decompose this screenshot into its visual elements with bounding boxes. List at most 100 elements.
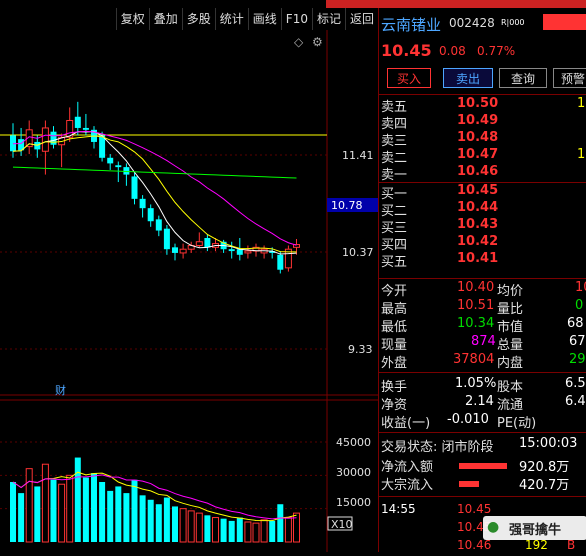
kline-chart[interactable]: ◇ ⚙ 11.41 10.78 10.37 9.33 财 45000 30000… (0, 30, 378, 552)
open-value: 10.40 (457, 280, 495, 295)
toolbar-overlay[interactable]: 叠加 (148, 8, 182, 30)
volume-bar-up (212, 517, 219, 543)
volume-bar-down (155, 504, 162, 542)
volume-bar-down (172, 506, 178, 542)
volume-bar-down (91, 473, 97, 542)
mktval-value: 68 (567, 316, 584, 331)
high-label: 最高 (381, 302, 408, 317)
volume-bar-down (163, 497, 170, 542)
candle-body-down (139, 198, 146, 209)
buy-button[interactable]: 买入 (387, 68, 431, 88)
volume-bars (10, 457, 300, 543)
volume-unit: X10 (331, 518, 353, 531)
candle-body-down (236, 249, 243, 255)
order-price: 10.44 (457, 200, 499, 215)
low-label: 最低 (381, 320, 408, 335)
volume-bar-up (25, 468, 33, 543)
candle-body-down (107, 157, 114, 164)
nav-value: 2.14 (465, 394, 494, 409)
candle-body-down (204, 238, 211, 248)
order-label: 买五 (381, 255, 408, 270)
volume-bar-down (82, 477, 89, 542)
bid-row[interactable]: 买五 10.41 (379, 251, 586, 270)
volume-bar-down (34, 486, 41, 542)
high-value: 10.51 (457, 298, 495, 313)
volume-bar-down (236, 517, 243, 542)
mktval-label: 市值 (497, 320, 524, 335)
toolbar-draw-line[interactable]: 画线 (247, 8, 281, 30)
tick-volume: 192 (525, 538, 548, 552)
gear-icon[interactable]: ⚙ (312, 35, 323, 49)
diamond-icon[interactable]: ◇ (294, 35, 304, 49)
quote-panel: 云南锗业 002428 R|000 10.45 0.08 0.77% 买入 卖出… (378, 8, 586, 552)
order-price: 10.42 (457, 234, 499, 249)
candle-body-down (155, 219, 162, 231)
volume-bar-down (107, 490, 114, 542)
alert-button[interactable]: 预警 (553, 68, 586, 88)
tick-time: 14:55 (381, 502, 416, 516)
tick-price: 10.45 (457, 502, 492, 516)
price-label-10-37: 10.37 (342, 246, 374, 259)
toolbar-mark[interactable]: 标记 (311, 8, 345, 30)
volume-bar-up (66, 474, 74, 543)
order-price: 10.43 (457, 217, 499, 232)
volume-bar-down (147, 499, 154, 542)
order-price: 10.46 (457, 164, 499, 179)
volume-bar-down (131, 479, 138, 542)
price-label-9-33: 9.33 (348, 343, 373, 356)
volume-bar-up (195, 512, 203, 543)
price-label-11-41: 11.41 (342, 149, 374, 162)
volume-bar-down (228, 520, 235, 542)
toolbar-back[interactable]: 返回 (344, 8, 378, 30)
capital-label: 股本 (497, 380, 524, 395)
volume-label-15000: 15000 (336, 496, 371, 509)
candle-body-down (123, 167, 130, 175)
top-strip-left (0, 0, 236, 8)
bid-row[interactable]: 买四 10.42 (379, 234, 586, 253)
order-label: 卖一 (381, 168, 408, 183)
candle-body-down (163, 228, 170, 250)
wechat-icon: ● (487, 519, 500, 535)
ask-row[interactable]: 卖三 10.48 (379, 130, 586, 149)
avg-value: 10 (575, 280, 586, 295)
sell-button[interactable]: 卖出 (443, 68, 493, 88)
order-price: 10.49 (457, 113, 499, 128)
finance-event-marker[interactable]: 财 (55, 383, 66, 397)
toolbar-fuquan[interactable]: 复权 (115, 8, 149, 30)
order-price: 10.48 (457, 130, 499, 145)
bid-row[interactable]: 买一 10.45 (379, 183, 586, 202)
total-vol-label: 总量 (497, 338, 524, 353)
bid-row[interactable]: 买二 10.44 (379, 200, 586, 219)
volume-bar-up (284, 517, 292, 543)
volume-bar-up (252, 522, 260, 543)
stock-code: 002428 (449, 16, 495, 30)
toolbar-stats[interactable]: 统计 (214, 8, 248, 30)
volume-bar-down (18, 493, 25, 542)
current-vol-label: 现量 (381, 338, 408, 353)
candle-body-up (195, 241, 203, 246)
current-price-tag: 10.78 (331, 199, 363, 212)
order-price: 10.47 (457, 147, 499, 162)
order-price: 10.41 (457, 251, 499, 266)
kline-chart-area[interactable]: ◇ ⚙ 11.41 10.78 10.37 9.33 财 45000 30000… (0, 30, 378, 552)
candle-body-down (82, 127, 89, 130)
toolbar-f10[interactable]: F10 (280, 8, 312, 30)
bid-row[interactable]: 买三 10.43 (379, 217, 586, 236)
query-button[interactable]: 查询 (499, 68, 547, 88)
net-flow-bar (459, 463, 507, 469)
toolbar-multi-stock[interactable]: 多股 (181, 8, 215, 30)
ask-row[interactable]: 卖一 10.46 (379, 164, 586, 183)
order-volume: 1 (577, 96, 586, 111)
net-flow-value: 920.8万 (519, 460, 570, 475)
price-gridlines (0, 154, 327, 510)
total-vol-value: 67 (569, 334, 586, 349)
ask-row[interactable]: 卖四 10.49 (379, 113, 586, 132)
candle-body-down (131, 176, 138, 199)
chart-toolbar: 复权 叠加 多股 统计 画线 F10 标记 返回 (0, 8, 378, 30)
order-price: 10.45 (457, 183, 499, 198)
ask-row[interactable]: 卖五 10.50 1 (379, 96, 586, 115)
avg-label: 均价 (497, 284, 524, 299)
price-change-pct: 0.77% (477, 44, 516, 58)
ask-row[interactable]: 卖二 10.47 1 (379, 147, 586, 166)
volume-label-45000: 45000 (336, 436, 371, 449)
